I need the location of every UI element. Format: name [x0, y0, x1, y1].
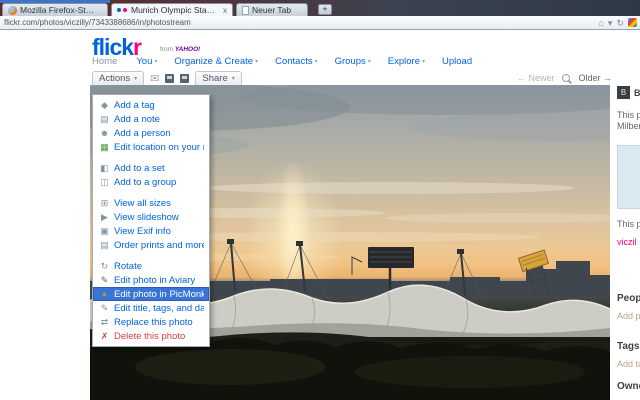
menu-item[interactable]: ▤ Order prints and more	[93, 238, 209, 252]
chevron-down-icon: ▾	[134, 76, 138, 82]
menu-item[interactable]: ↻ Rotate	[93, 259, 209, 273]
tab-title: Mozilla Firefox-Startseite	[20, 5, 97, 15]
menu-item[interactable]: ☻ Add a person	[93, 126, 209, 140]
menu-item[interactable]: ⊞ View all sizes	[93, 196, 209, 210]
menu-item[interactable]: ▤ Add a note	[93, 112, 209, 126]
photostream-link[interactable]: viczil	[617, 237, 640, 247]
chevron-down-icon: ▾	[154, 59, 158, 65]
nav-link[interactable]: Contacts ▾	[275, 56, 318, 67]
nav-link[interactable]: Organize & Create ▾	[174, 56, 258, 67]
url-bar[interactable]: flickr.com/photos/viczilly/7343388686/in…	[0, 16, 640, 30]
menu-item[interactable]: ⇄ Replace this photo	[93, 315, 209, 329]
tag-icon: ◆	[101, 99, 108, 110]
rotate-icon: ↻	[100, 260, 109, 271]
menu-item	[93, 189, 209, 196]
share-button[interactable]: Share ▾	[195, 71, 242, 86]
menu-item[interactable]: ◧ Add to a set	[93, 161, 209, 175]
menu-item[interactable]: ● Edit photo in PicMonkey	[93, 287, 209, 301]
add-people-link[interactable]: Add pe	[617, 311, 640, 321]
tags-heading: Tags	[617, 341, 640, 352]
chevron-down-icon: ▾	[231, 76, 235, 82]
reload-icon[interactable]: ↻	[616, 18, 624, 28]
blog-this-icon-2[interactable]	[180, 74, 190, 83]
search-engine-icon[interactable]	[628, 18, 637, 27]
newer-link[interactable]: ← Newer	[517, 73, 555, 83]
photo-sidebar: B B This ph Milbertsh This p viczil Peop…	[617, 86, 640, 400]
nav-link[interactable]: Home	[92, 56, 119, 67]
yahoo-wordmark: YAHOO!	[174, 46, 201, 53]
appears-in-line: This p	[617, 219, 640, 229]
add-tags-link[interactable]: Add ta	[617, 359, 640, 369]
older-link[interactable]: Older →	[578, 73, 612, 83]
chevron-down-icon[interactable]: ▾	[608, 18, 613, 28]
tab-title: Munich Olympic Stadium | Flickr - Ph...	[131, 5, 218, 15]
main-nav: Home You ▾ Organize & Create ▾ Contacts ▾ G…	[92, 56, 474, 67]
owner-row: B B	[617, 86, 640, 99]
tab-strip: Mozilla Firefox-Startseite Munich Olympi…	[2, 3, 308, 16]
avatar[interactable]: B	[617, 86, 630, 99]
chevron-down-icon: ▾	[314, 59, 318, 65]
exif-info-icon: ▣	[100, 225, 109, 236]
photo-info-line: This ph	[617, 110, 640, 120]
map-icon: ▦	[100, 141, 109, 152]
email-icon[interactable]: ✉	[150, 73, 159, 85]
aviary-icon: ✎	[100, 274, 109, 285]
map-thumbnail[interactable]	[617, 145, 640, 209]
owner-name[interactable]: B	[634, 88, 640, 98]
new-tab-button[interactable]: +	[318, 4, 332, 15]
menu-item[interactable]: ✗ Delete this photo	[93, 329, 209, 343]
actions-button[interactable]: Actions ▾	[92, 71, 145, 86]
order-prints-icon: ▤	[100, 239, 109, 250]
nav-link[interactable]: You ▾	[136, 56, 157, 67]
tab-title: Neuer Tab	[252, 5, 292, 15]
logo-from-yahoo: from YAHOO!	[160, 46, 201, 53]
chevron-down-icon: ▾	[367, 59, 371, 65]
firefox-icon	[8, 5, 17, 15]
menu-item	[93, 154, 209, 161]
nav-link[interactable]: Explore ▾	[388, 56, 425, 67]
menu-item[interactable]: ▣ View Exif info	[93, 224, 209, 238]
flickr-favicon	[117, 8, 121, 12]
menu-item[interactable]: ◆ Add a tag	[93, 98, 209, 112]
delete-icon: ✗	[100, 330, 109, 341]
people-heading: People	[617, 293, 640, 304]
menu-item	[93, 252, 209, 259]
nav-link[interactable]: Groups ▾	[335, 56, 371, 67]
group-icon: ◫	[100, 176, 109, 187]
menu-item[interactable]: ✎ Edit title, tags, and dates	[93, 301, 209, 315]
owner-settings-heading: Owner se	[617, 381, 640, 392]
menu-item[interactable]: ▶ View slideshow	[93, 210, 209, 224]
menu-item[interactable]: ✎ Edit photo in Aviary	[93, 273, 209, 287]
browser-window: Mozilla Firefox-Startseite Munich Olympi…	[0, 0, 640, 400]
nav-link[interactable]: Upload	[442, 56, 474, 67]
note-icon: ▤	[100, 113, 109, 124]
window-titlebar-fragment	[0, 0, 110, 3]
chevron-down-icon: ▾	[422, 59, 426, 65]
blank-page-icon	[242, 5, 249, 15]
replace-icon: ⇄	[100, 316, 109, 327]
menu-item[interactable]: ▦ Edit location on your map	[93, 140, 209, 154]
browser-tab[interactable]: Munich Olympic Stadium | Flickr - Ph... …	[111, 3, 233, 16]
magnifier-icon[interactable]	[562, 74, 571, 82]
home-icon[interactable]: ⌂	[598, 18, 603, 28]
tab-close-icon[interactable]: x	[223, 6, 227, 15]
url-bar-icons: ⌂ ▾ ↻	[598, 18, 640, 28]
toolbar-right-group: ← Newer Older →	[517, 73, 612, 83]
edit-title-icon: ✎	[100, 302, 109, 313]
picmonkey-icon: ●	[101, 288, 108, 299]
photo-location-line: Milbertsh	[617, 121, 640, 131]
view-all-sizes-icon: ⊞	[100, 197, 109, 208]
menu-item[interactable]: ◫ Add to a group	[93, 175, 209, 189]
browser-tab[interactable]: Mozilla Firefox-Startseite	[2, 3, 108, 16]
url-text[interactable]: flickr.com/photos/viczilly/7343388686/in…	[0, 18, 598, 27]
browser-tab[interactable]: Neuer Tab	[236, 3, 308, 16]
person-icon: ☻	[99, 127, 110, 138]
blog-this-icon-1[interactable]	[165, 74, 175, 83]
set-icon: ◧	[100, 162, 109, 173]
chevron-down-icon: ▾	[255, 59, 259, 65]
actions-dropdown-menu: ◆ Add a tag ▤ Add a note ☻ Add a person …	[92, 94, 210, 347]
slideshow-icon: ▶	[101, 211, 108, 222]
page-content: flickr from YAHOO! Home You ▾ Organize & …	[0, 30, 640, 400]
